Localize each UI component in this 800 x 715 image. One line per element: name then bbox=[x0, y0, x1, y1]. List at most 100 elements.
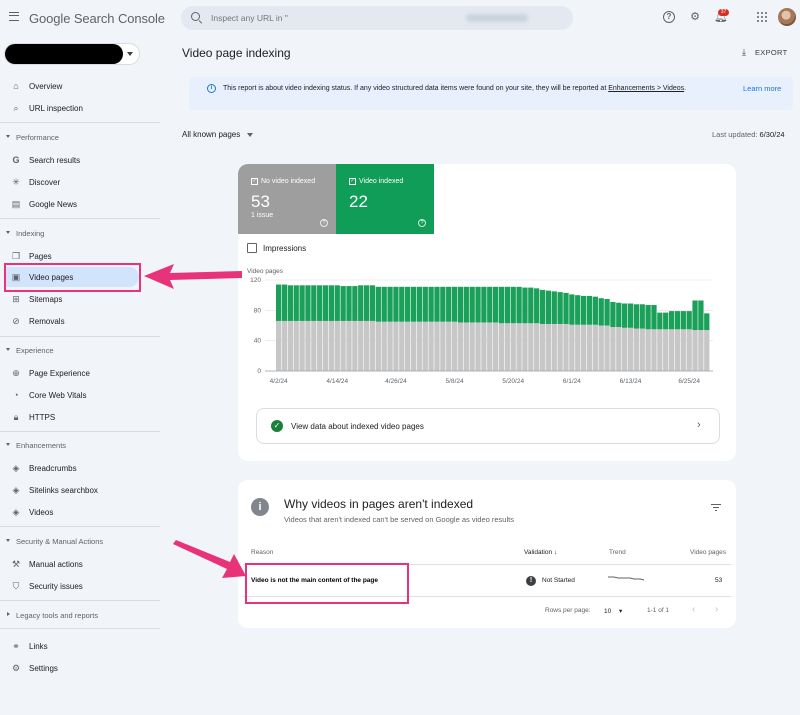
y-tick-label: 40 bbox=[254, 338, 262, 345]
section-indexing[interactable]: Indexing bbox=[0, 226, 160, 242]
col-video-pages[interactable]: Video pages bbox=[690, 549, 726, 556]
bar-not-indexed bbox=[569, 324, 575, 371]
bar-not-indexed bbox=[704, 330, 710, 371]
help-icon[interactable]: ? bbox=[663, 11, 675, 23]
sidebar-item-label: Discover bbox=[29, 178, 61, 187]
bar-indexed bbox=[622, 303, 628, 328]
sidebar-item-sitelinks-searchbox[interactable]: ◈ Sitelinks searchbox bbox=[0, 480, 160, 500]
property-selector[interactable] bbox=[4, 43, 140, 65]
tile-indexed[interactable]: ✓ Video indexed 22 ? bbox=[336, 164, 434, 234]
bar-not-indexed bbox=[592, 324, 598, 371]
section-legacy[interactable]: Legacy tools and reports bbox=[0, 608, 160, 624]
sidebar-item-google-news[interactable]: ▤ Google News bbox=[0, 194, 160, 214]
sidebar-item-page-experience[interactable]: ⊕ Page Experience bbox=[0, 363, 160, 383]
top-bar: Google Search Console ? ⚙ 🔔︎ 37 bbox=[0, 0, 800, 36]
info-icon: i bbox=[207, 84, 216, 93]
section-enhancements[interactable]: Enhancements bbox=[0, 438, 160, 454]
issues-title: Why videos in pages aren't indexed bbox=[284, 497, 474, 511]
highlight-box bbox=[4, 263, 141, 292]
section-label: Indexing bbox=[16, 229, 45, 238]
impressions-label: Impressions bbox=[263, 244, 307, 253]
bar-indexed bbox=[504, 286, 510, 324]
rows-per-page-select[interactable]: 10 ▾ bbox=[604, 607, 622, 615]
sidebar-item-search-results[interactable]: G Search results bbox=[0, 150, 160, 170]
section-experience[interactable]: Experience bbox=[0, 343, 160, 359]
col-reason[interactable]: Reason bbox=[251, 549, 273, 556]
learn-more-link[interactable]: Learn more bbox=[743, 84, 781, 93]
bar-indexed bbox=[651, 305, 657, 330]
info-text-part: This report is about video indexing stat… bbox=[223, 85, 609, 92]
sidebar-item-https[interactable]: 🔒︎ HTTPS bbox=[0, 407, 160, 427]
bar-indexed bbox=[375, 286, 381, 322]
bar-not-indexed bbox=[369, 320, 376, 371]
impressions-checkbox[interactable] bbox=[247, 243, 257, 253]
bar-not-indexed bbox=[328, 320, 335, 371]
known-pages-dropdown[interactable]: All known pages bbox=[182, 130, 254, 139]
bar-not-indexed bbox=[428, 321, 434, 371]
highlight-box bbox=[245, 563, 409, 604]
sidebar-item-label: Security issues bbox=[29, 582, 83, 591]
col-validation[interactable]: Validation ↓ bbox=[524, 549, 557, 556]
bar-indexed bbox=[434, 286, 440, 322]
bar-not-indexed bbox=[575, 324, 581, 371]
app-logo[interactable]: Google Search Console bbox=[29, 11, 165, 26]
bar-indexed bbox=[592, 296, 598, 325]
sidebar-item-label: Pages bbox=[29, 252, 52, 261]
bar-indexed bbox=[680, 311, 686, 330]
bar-indexed bbox=[446, 286, 452, 322]
bar-not-indexed bbox=[563, 323, 569, 371]
x-tick-label: 4/2/24 bbox=[270, 378, 288, 385]
bar-not-indexed bbox=[463, 322, 469, 371]
sidebar-item-videos[interactable]: ◈ Videos bbox=[0, 502, 160, 522]
prev-page-icon[interactable]: ‹ bbox=[692, 604, 695, 615]
sidebar-item-url-inspection[interactable]: ⌕ URL inspection bbox=[0, 98, 160, 118]
sidebar-item-removals[interactable]: ⊘ Removals bbox=[0, 311, 160, 331]
bar-not-indexed bbox=[293, 320, 299, 371]
help-icon[interactable]: ? bbox=[320, 219, 328, 227]
bar-not-indexed bbox=[311, 320, 317, 371]
sidebar-item-settings[interactable]: ⚙ Settings bbox=[0, 658, 160, 678]
sidebar-item-discover[interactable]: ✳ Discover bbox=[0, 172, 160, 192]
bar-not-indexed bbox=[475, 322, 481, 371]
bar-indexed bbox=[340, 286, 346, 321]
filter-icon[interactable] bbox=[711, 504, 721, 512]
help-icon[interactable]: ? bbox=[418, 219, 426, 227]
account-settings-icon[interactable]: ⚙ bbox=[689, 11, 701, 23]
bar-not-indexed bbox=[334, 320, 340, 371]
menu-icon[interactable] bbox=[9, 12, 19, 21]
bar-indexed bbox=[586, 295, 593, 325]
avatar[interactable] bbox=[778, 8, 796, 26]
row-validation: Not Started bbox=[542, 577, 575, 584]
export-button[interactable]: ⤓ EXPORT bbox=[742, 47, 788, 58]
section-performance[interactable]: Performance bbox=[0, 130, 160, 146]
bar-not-indexed bbox=[516, 323, 522, 371]
bar-not-indexed bbox=[416, 321, 423, 371]
sidebar-item-security-issues[interactable]: ⛉ Security issues bbox=[0, 576, 160, 596]
sidebar-item-links[interactable]: ⚭ Links bbox=[0, 636, 160, 656]
divider bbox=[0, 628, 160, 629]
sidebar-item-sitemaps[interactable]: ⊞ Sitemaps bbox=[0, 289, 160, 309]
bar-indexed bbox=[580, 295, 587, 325]
apps-grid-icon[interactable] bbox=[757, 12, 767, 22]
url-inspect-search[interactable] bbox=[181, 6, 573, 30]
bar-not-indexed bbox=[651, 329, 657, 371]
sidebar-item-manual-actions[interactable]: ⚒ Manual actions bbox=[0, 554, 160, 574]
next-page-icon[interactable]: › bbox=[715, 604, 718, 615]
sidebar-item-overview[interactable]: ⌂ Overview bbox=[0, 76, 160, 96]
tile-not-indexed[interactable]: ✓ No video indexed 53 1 issue ? bbox=[238, 164, 336, 234]
bar-not-indexed bbox=[493, 322, 499, 371]
view-indexed-data-button[interactable]: ✓ View data about indexed video pages › bbox=[256, 408, 720, 444]
sidebar-item-core-web-vitals[interactable]: ◔ Core Web Vitals bbox=[0, 385, 160, 405]
sidebar-item-breadcrumbs[interactable]: ◈ Breadcrumbs bbox=[0, 458, 160, 478]
expand-icon bbox=[6, 539, 10, 542]
layers-icon: ◈ bbox=[12, 485, 20, 495]
bar-not-indexed bbox=[680, 329, 686, 371]
arrow-shape bbox=[173, 540, 246, 578]
sidebar-item-label: Manual actions bbox=[29, 560, 83, 569]
enhancements-videos-link[interactable]: Enhancements > Videos bbox=[608, 85, 684, 92]
bar-indexed bbox=[463, 286, 469, 323]
bar-indexed bbox=[510, 286, 516, 324]
bar-indexed bbox=[516, 286, 522, 324]
x-tick-label: 5/20/24 bbox=[502, 378, 524, 385]
section-security[interactable]: Security & Manual Actions bbox=[0, 534, 160, 550]
